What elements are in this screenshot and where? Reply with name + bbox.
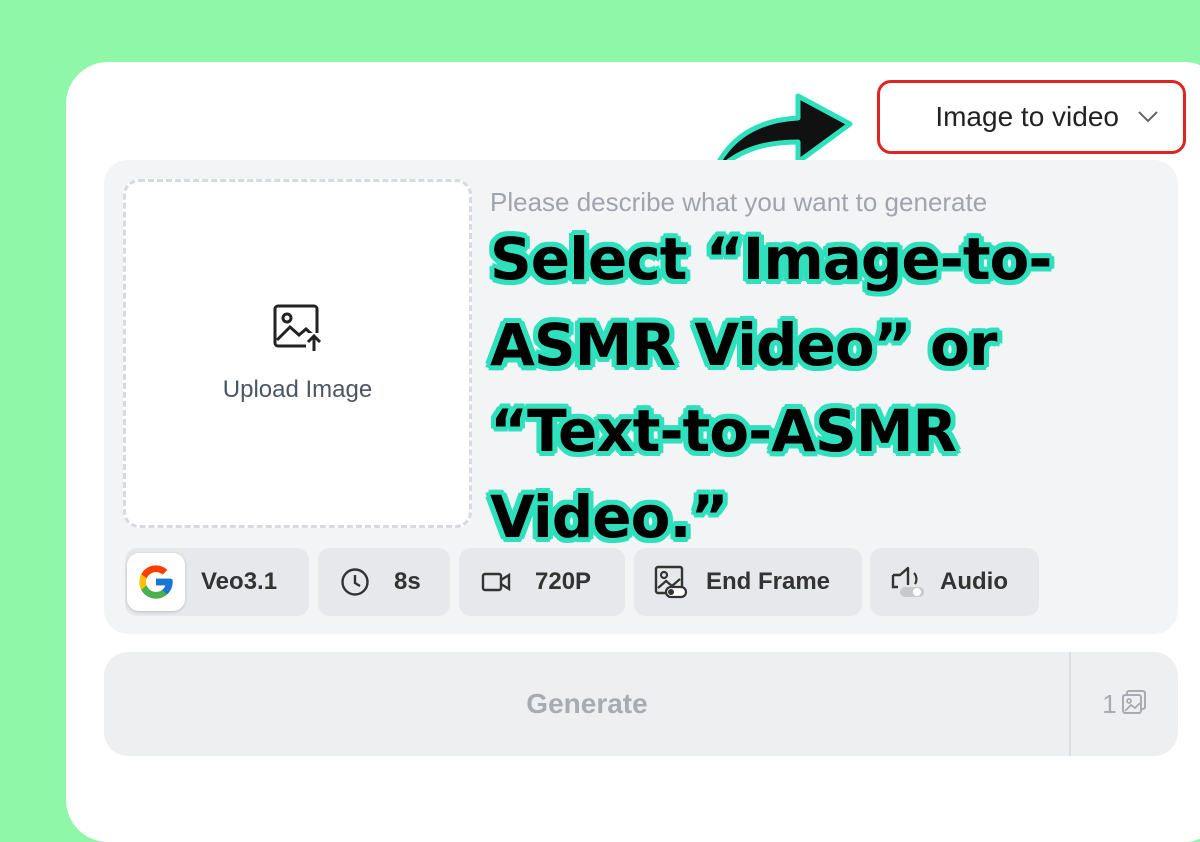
duration-selector[interactable]: 8s xyxy=(318,548,450,616)
upload-image-label: Upload Image xyxy=(222,376,373,403)
end-frame-icon xyxy=(654,565,688,599)
annotation-line: ASMR Video” or xyxy=(490,311,997,379)
resolution-label: 720P xyxy=(535,568,592,595)
video-camera-icon xyxy=(481,570,511,594)
audio-toggle[interactable]: Audio xyxy=(870,548,1039,616)
upload-image-dropzone[interactable]: Upload Image xyxy=(123,179,472,528)
end-frame-label: End Frame xyxy=(706,568,831,595)
audio-toggle-icon xyxy=(890,565,926,599)
audio-label: Audio xyxy=(940,568,1008,595)
tutorial-annotation: Select “Image-to- ASMR Video” or “Text-t… xyxy=(490,216,1190,560)
annotation-line: Select “Image-to- xyxy=(490,225,1052,293)
image-upload-icon xyxy=(272,303,324,358)
output-count-selector[interactable]: 1 xyxy=(1071,652,1178,756)
duration-label: 8s xyxy=(394,568,421,595)
clock-icon xyxy=(340,567,370,597)
output-count-value: 1 xyxy=(1102,688,1117,719)
annotation-line: “Text-to-ASMR xyxy=(490,397,957,465)
images-count-icon xyxy=(1121,689,1147,720)
generate-button[interactable]: Generate xyxy=(104,652,1070,756)
chevron-down-icon xyxy=(1137,110,1159,124)
mode-dropdown-label: Image to video xyxy=(935,101,1119,132)
model-selector[interactable]: Veo3.1 xyxy=(125,548,309,616)
mode-dropdown[interactable]: Image to video xyxy=(877,80,1186,154)
prompt-input[interactable] xyxy=(490,184,1150,220)
resolution-selector[interactable]: 720P xyxy=(459,548,625,616)
google-logo-icon xyxy=(127,553,185,611)
end-frame-toggle[interactable]: End Frame xyxy=(634,548,862,616)
model-label: Veo3.1 xyxy=(201,568,278,595)
